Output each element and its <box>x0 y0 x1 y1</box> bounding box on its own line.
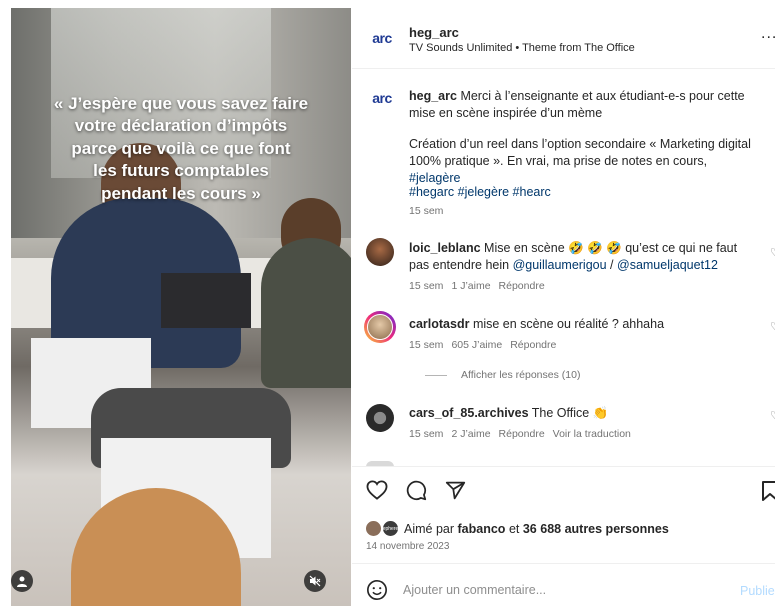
comment-username[interactable]: cars_of_85.archives <box>409 406 529 420</box>
view-replies-button[interactable]: Afficher les réponses (10) <box>425 369 580 381</box>
comment-meta: 15 sem 605 J’aime Répondre <box>409 339 564 351</box>
replies-line <box>425 374 447 376</box>
comment-likes[interactable]: 605 J’aime <box>451 339 502 351</box>
mention-link[interactable]: @samueljaquet12 <box>617 258 718 272</box>
translate-button[interactable]: Voir la traduction <box>553 428 631 440</box>
comment-likes[interactable]: 1 J’aime <box>451 280 490 292</box>
likes-prefix: Aimé par <box>404 521 455 536</box>
comment-text: loic_leblanc Mise en scène 🤣 🤣 🤣 qu’est … <box>409 240 749 274</box>
publish-button[interactable]: Publie <box>740 584 775 598</box>
caption-body: Création d’un reel dans l’option seconda… <box>409 137 751 168</box>
post-panel: arc heg_arc TV Sounds Unlimited • Theme … <box>352 0 775 606</box>
hashtags-link[interactable]: #hegarc #jelegère #hearc <box>409 184 759 201</box>
divider <box>352 466 775 467</box>
like-comment-icon[interactable]: ♡ <box>770 409 775 422</box>
commenter-avatar <box>367 314 393 340</box>
comment-time: 15 sem <box>409 280 444 292</box>
comment-body: The Office 👏 <box>531 406 609 420</box>
comment-bar <box>366 579 725 601</box>
comment-meta: 15 sem 2 J’aime Répondre Voir la traduction <box>409 428 639 440</box>
mention-link[interactable]: @guillaumerigou <box>513 258 607 272</box>
reply-button[interactable]: Répondre <box>499 428 545 440</box>
reply-button[interactable]: Répondre <box>499 280 545 292</box>
action-bar <box>366 480 466 501</box>
comment-likes[interactable]: 2 J’aime <box>451 428 490 440</box>
liker-avatar <box>366 521 381 536</box>
divider <box>352 563 775 564</box>
mention-separator: / <box>606 257 617 272</box>
heart-icon[interactable] <box>366 480 388 500</box>
header-username[interactable]: heg_arc <box>409 25 459 40</box>
likes-summary: ephere Aimé par fabanco et 36 688 autres… <box>366 521 669 536</box>
caption-avatar[interactable]: arc <box>366 82 398 114</box>
video-laptop <box>161 273 251 328</box>
comment-meta: 15 sem 1 J’aime Répondre <box>409 280 553 292</box>
comment-username[interactable]: carlotasdr <box>409 317 469 331</box>
comment-time: 15 sem <box>409 428 444 440</box>
likes-count[interactable]: 36 688 autres personnes <box>523 522 669 536</box>
video-person <box>261 238 351 388</box>
view-replies-label: Afficher les réponses (10) <box>461 369 581 381</box>
reel-video[interactable]: « J’espère que vous savez faire votre dé… <box>11 8 351 606</box>
comment-text: carlotasdr mise en scène ou réalité ? ah… <box>409 316 759 333</box>
comment-text: cars_of_85.archives The Office 👏 <box>409 405 759 422</box>
more-options-icon[interactable]: ... <box>761 25 775 43</box>
caption-text: heg_arc Merci à l’enseignante et aux étu… <box>409 88 759 122</box>
comment-input[interactable] <box>401 582 725 598</box>
emoji-icon[interactable] <box>366 579 388 601</box>
commenter-avatar[interactable] <box>366 404 394 432</box>
liker-avatar-text: ephere <box>382 525 399 532</box>
tagged-users-button[interactable] <box>11 570 33 592</box>
hashtag-link[interactable]: #jelagère <box>409 171 460 185</box>
likes-and: et <box>508 521 520 536</box>
speaker-muted-icon <box>309 575 321 587</box>
liker-username[interactable]: fabanco <box>458 522 506 536</box>
commenter-avatar[interactable] <box>366 238 394 266</box>
comment-time: 15 sem <box>409 339 444 351</box>
bookmark-icon[interactable] <box>762 481 775 501</box>
story-ring[interactable] <box>364 311 396 343</box>
post-date: 14 novembre 2023 <box>366 541 450 552</box>
liker-avatar: ephere <box>383 521 398 536</box>
brand-logo-text: arc <box>372 90 392 106</box>
mute-button[interactable] <box>304 570 326 592</box>
video-overlay-text: « J’espère que vous savez faire votre dé… <box>53 94 309 203</box>
comment-icon[interactable] <box>406 480 427 501</box>
reply-button[interactable]: Répondre <box>510 339 556 351</box>
caption-time: 15 sem <box>409 205 444 217</box>
header-avatar[interactable]: arc <box>366 22 398 54</box>
share-icon[interactable] <box>445 480 466 501</box>
caption-username[interactable]: heg_arc <box>409 89 457 103</box>
caption-body: Merci à l’enseignante et aux étudiant-e-… <box>409 89 745 120</box>
brand-logo-text: arc <box>372 30 392 46</box>
audio-track[interactable]: TV Sounds Unlimited • Theme from The Off… <box>409 42 635 54</box>
user-icon <box>17 576 27 587</box>
like-comment-icon[interactable]: ♡ <box>770 320 775 333</box>
comment-username[interactable]: loic_leblanc <box>409 241 481 255</box>
caption-paragraph: Création d’un reel dans l’option seconda… <box>409 136 759 187</box>
divider <box>352 68 775 69</box>
like-comment-icon[interactable]: ♡ <box>770 246 775 259</box>
comment-body: mise en scène ou réalité ? ahhaha <box>472 317 665 331</box>
